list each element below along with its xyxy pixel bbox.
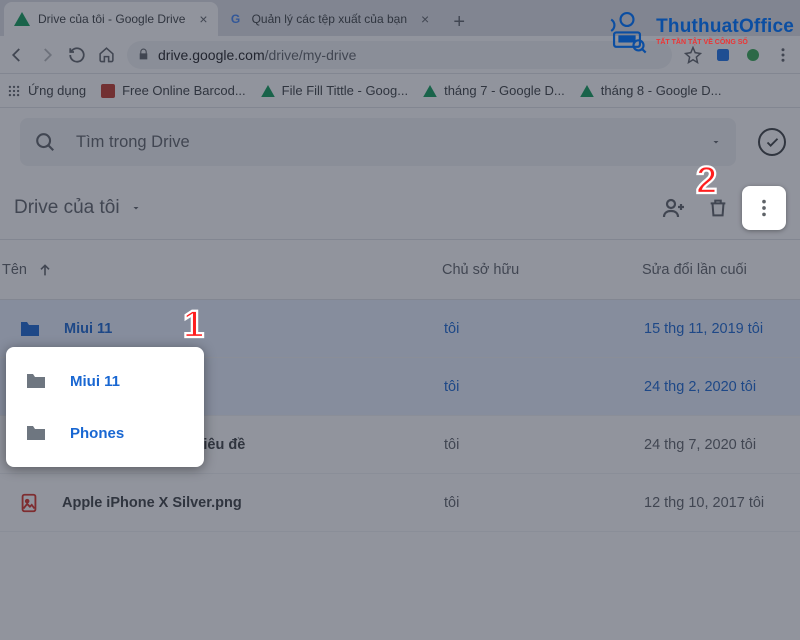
selection-item[interactable]: Miui 11 xyxy=(6,355,204,407)
drive-favicon xyxy=(14,11,30,27)
file-modified: 15 thg 11, 2019 tôi xyxy=(644,321,786,337)
close-icon[interactable]: × xyxy=(199,11,207,27)
location-title: Drive của tôi xyxy=(14,197,120,219)
file-owner: tôi xyxy=(444,437,644,453)
folder-icon xyxy=(24,421,48,445)
annotation-1: 1 xyxy=(183,304,204,347)
ready-indicator-icon[interactable] xyxy=(758,128,786,156)
selection-popup: Miui 11 Phones xyxy=(6,347,204,467)
google-favicon: G xyxy=(228,11,244,27)
apps-button[interactable]: Ứng dụng xyxy=(6,83,86,99)
lock-icon xyxy=(137,48,150,61)
new-tab-button[interactable]: + xyxy=(445,8,473,36)
home-icon[interactable] xyxy=(98,46,115,63)
folder-icon xyxy=(18,317,42,341)
search-row: Tìm trong Drive xyxy=(0,108,800,176)
bookmark-item[interactable]: tháng 7 - Google D... xyxy=(422,83,565,99)
file-modified: 24 thg 7, 2020 tôi xyxy=(644,437,786,453)
tab-drive[interactable]: Drive của tôi - Google Drive × xyxy=(4,2,218,36)
selection-label: Miui 11 xyxy=(70,373,120,390)
apps-icon xyxy=(6,83,22,99)
watermark-title: ThuthuatOffice xyxy=(656,17,794,36)
forward-icon xyxy=(38,46,56,64)
selection-label: Phones xyxy=(70,425,124,442)
bookmark-label: Free Online Barcod... xyxy=(122,83,246,98)
search-box[interactable]: Tìm trong Drive xyxy=(20,118,736,166)
column-owner[interactable]: Chủ sở hữu xyxy=(442,262,642,278)
file-owner: tôi xyxy=(444,495,644,511)
drive-header: Drive của tôi xyxy=(0,176,800,240)
annotation-2: 2 xyxy=(696,160,717,203)
search-icon xyxy=(34,131,56,153)
bookmark-label: tháng 8 - Google D... xyxy=(601,83,722,98)
watermark-subtitle: TẤT TẦN TẬT VỀ CÔNG SỐ xyxy=(656,39,794,46)
url-box[interactable]: drive.google.com/drive/my-drive xyxy=(127,41,672,69)
bookmark-label: File Fill Tittle - Goog... xyxy=(282,83,408,98)
bookmark-item[interactable]: File Fill Tittle - Goog... xyxy=(260,83,408,99)
close-icon[interactable]: × xyxy=(421,11,429,27)
folder-icon xyxy=(24,369,48,393)
file-modified: 12 thg 10, 2017 tôi xyxy=(644,495,786,511)
drive-favicon xyxy=(422,83,438,99)
column-name-label: Tên xyxy=(2,262,27,278)
file-owner: tôi xyxy=(444,321,644,337)
drive-app: Tìm trong Drive Drive của tôi Tên xyxy=(0,108,800,532)
bookmark-item[interactable]: tháng 8 - Google D... xyxy=(579,83,722,99)
reload-icon[interactable] xyxy=(68,46,86,64)
column-headers: Tên Chủ sở hữu Sửa đổi lần cuối xyxy=(0,240,800,300)
location-dropdown[interactable]: Drive của tôi xyxy=(4,189,152,227)
tab-title: Drive của tôi - Google Drive xyxy=(38,12,185,26)
bookmark-favicon xyxy=(100,83,116,99)
bookmark-label: tháng 7 - Google D... xyxy=(444,83,565,98)
file-owner: tôi xyxy=(444,379,644,395)
tab-export[interactable]: G Quản lý các tệp xuất của bạn × xyxy=(218,2,440,36)
apps-label: Ứng dụng xyxy=(28,83,86,98)
drive-favicon xyxy=(579,83,595,99)
image-file-icon xyxy=(18,491,40,515)
caret-down-icon[interactable] xyxy=(710,136,722,148)
file-row[interactable]: Apple iPhone X Silver.png tôi 12 thg 10,… xyxy=(0,474,800,532)
caret-down-icon xyxy=(130,202,142,214)
bookmarks-bar: Ứng dụng Free Online Barcod... File Fill… xyxy=(0,74,800,108)
search-placeholder: Tìm trong Drive xyxy=(76,133,690,152)
file-name: Miui 11 xyxy=(64,321,112,337)
watermark-logo-icon xyxy=(604,8,650,54)
url-text: drive.google.com/drive/my-drive xyxy=(158,47,356,63)
tab-title: Quản lý các tệp xuất của bạn xyxy=(252,12,407,26)
share-button[interactable] xyxy=(652,186,696,230)
selection-item[interactable]: Phones xyxy=(6,407,204,459)
file-name: Apple iPhone X Silver.png xyxy=(62,495,242,511)
watermark: ThuthuatOffice TẤT TẦN TẬT VỀ CÔNG SỐ xyxy=(604,8,794,54)
column-modified[interactable]: Sửa đổi lần cuối xyxy=(642,262,786,278)
drive-favicon xyxy=(260,83,276,99)
column-name[interactable]: Tên xyxy=(2,262,442,278)
file-modified: 24 thg 2, 2020 tôi xyxy=(644,379,786,395)
back-icon[interactable] xyxy=(8,46,26,64)
bookmark-item[interactable]: Free Online Barcod... xyxy=(100,83,246,99)
sort-asc-icon xyxy=(37,262,53,278)
more-actions-button[interactable] xyxy=(742,186,786,230)
